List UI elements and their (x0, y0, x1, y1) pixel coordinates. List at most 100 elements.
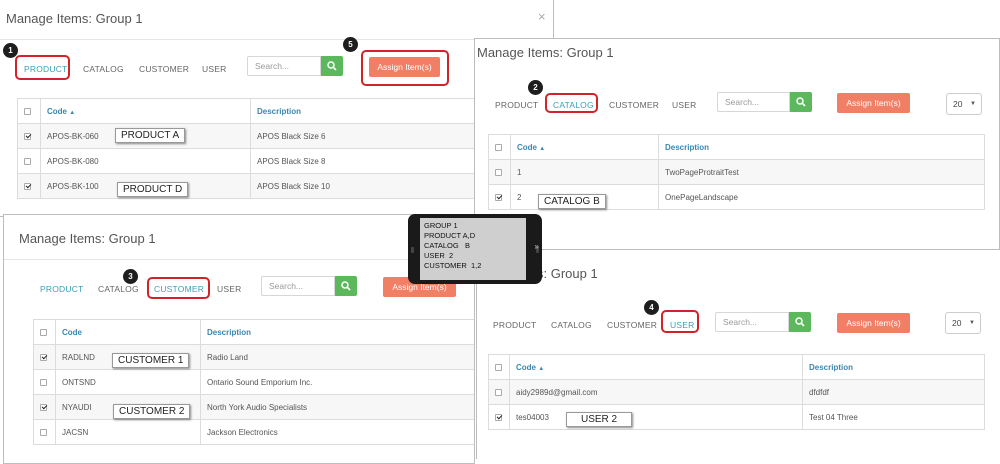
summary-line: GROUP 1 (424, 221, 458, 230)
step-badge-4: 4 (644, 300, 659, 315)
highlight-customer-tab (147, 277, 210, 299)
table-row[interactable]: APOS-BK-060 APOS Black Size 6 (17, 123, 477, 149)
row-description: OnePageLandscape (658, 184, 985, 210)
callout-user-2: USER 2 (566, 412, 633, 427)
row-checkbox[interactable] (495, 168, 502, 176)
search-input[interactable]: Search... (261, 276, 335, 296)
column-header-description[interactable]: Description (658, 134, 985, 160)
table-row[interactable]: NYAUDI North York Audio Specialists (33, 394, 474, 420)
tab-customer[interactable]: CUSTOMER (607, 320, 657, 330)
search-input[interactable]: Search... (247, 56, 321, 76)
column-header-description[interactable]: Description (200, 319, 474, 345)
manage-items-panel-catalog: Manage Items: Group 1 PRODUCT CATALOG CU… (474, 38, 1000, 250)
column-header-code[interactable]: Code ▲ (40, 98, 251, 124)
panel-title: Manage Items: Group 1 (6, 11, 143, 26)
sort-ascending-icon: ▲ (539, 145, 546, 152)
select-all-checkbox[interactable] (40, 328, 47, 336)
panel-title: s: Group 1 (537, 266, 598, 281)
highlight-assign-button (361, 50, 449, 86)
column-header-description[interactable]: Description (250, 98, 477, 124)
row-checkbox[interactable] (40, 403, 47, 411)
table-row[interactable]: JACSN Jackson Electronics (33, 419, 474, 445)
row-description: APOS Black Size 8 (250, 148, 477, 174)
table-row[interactable]: ONTSND Ontario Sound Emporium Inc. (33, 369, 474, 395)
device-button-left (411, 247, 414, 253)
column-header-description[interactable]: Description (802, 354, 985, 380)
row-code: JACSN (55, 419, 201, 445)
search-button[interactable] (790, 92, 812, 112)
items-table: Code ▲ Description APOS-BK-060 APOS Blac… (17, 98, 477, 199)
step-badge-3: 3 (123, 269, 138, 284)
summary-screen: GROUP 1 PRODUCT A,D CATALOG B USER 2 CUS… (420, 218, 526, 280)
table-row[interactable]: RADLND Radio Land (33, 344, 474, 370)
tab-product[interactable]: PRODUCT (495, 100, 538, 110)
divider (0, 39, 553, 40)
tab-catalog[interactable]: CATALOG (83, 64, 124, 74)
search-icon (795, 317, 805, 327)
panel-title: Manage Items: Group 1 (19, 231, 156, 246)
table-row[interactable]: tes04003 Test 04 Three (488, 404, 985, 430)
row-code: tes04003 (509, 404, 803, 430)
search-button[interactable] (335, 276, 357, 296)
row-description: APOS Black Size 10 (250, 173, 477, 199)
row-description: Jackson Electronics (200, 419, 474, 445)
row-checkbox[interactable] (495, 413, 502, 421)
summary-line: CATALOG B (424, 241, 470, 250)
search-input[interactable]: Search... (715, 312, 789, 332)
sort-ascending-icon: ▲ (69, 109, 76, 116)
assign-items-button[interactable]: Assign Item(s) (837, 93, 910, 113)
select-all-checkbox[interactable] (495, 363, 502, 371)
select-all-checkbox[interactable] (495, 143, 502, 151)
items-table: Code ▲ Description aidy2989d@gmail.com d… (488, 354, 985, 430)
tab-customer[interactable]: CUSTOMER (139, 64, 189, 74)
callout-product-d: PRODUCT D (117, 182, 189, 197)
row-checkbox[interactable] (40, 378, 47, 386)
sort-ascending-icon: ▲ (538, 365, 545, 372)
select-all-checkbox[interactable] (24, 107, 31, 115)
tab-product[interactable]: PRODUCT (40, 284, 83, 294)
table-row[interactable]: APOS-BK-080 APOS Black Size 8 (17, 148, 477, 174)
table-row[interactable]: 1 TwoPageProtraitTest (488, 159, 985, 185)
row-checkbox[interactable] (24, 132, 31, 140)
row-checkbox[interactable] (24, 157, 31, 165)
summary-line: PRODUCT A,D (424, 231, 476, 240)
row-checkbox[interactable] (40, 353, 47, 361)
search-button[interactable] (321, 56, 343, 76)
search-input[interactable]: Search... (717, 92, 790, 112)
search-icon (796, 97, 806, 107)
search-icon (341, 281, 351, 291)
tab-user[interactable]: USER (202, 64, 226, 74)
page-size-select[interactable]: 20 ▼ (946, 93, 982, 115)
search-button[interactable] (789, 312, 811, 332)
row-checkbox[interactable] (24, 182, 31, 190)
row-checkbox[interactable] (40, 428, 47, 436)
manage-items-panel-product: Manage Items: Group 1 × PRODUCT CATALOG … (0, 0, 554, 217)
row-checkbox[interactable] (495, 388, 502, 396)
row-description: Radio Land (200, 344, 474, 370)
manage-items-panel-customer: Manage Items: Group 1 PRODUCT CATALOG CU… (3, 214, 475, 464)
row-checkbox[interactable] (495, 193, 502, 201)
row-description: APOS Black Size 6 (250, 123, 477, 149)
step-badge-1: 1 (3, 43, 18, 58)
page-size-select[interactable]: 20 ▼ (945, 312, 981, 334)
close-icon[interactable]: × (538, 9, 546, 24)
assign-items-button[interactable]: Assign Item(s) (837, 313, 910, 333)
column-header-code[interactable]: Code ▲ (509, 354, 803, 380)
column-header-code[interactable]: Code (55, 319, 201, 345)
highlight-catalog-tab (545, 93, 598, 113)
tab-catalog[interactable]: CATALOG (98, 284, 139, 294)
table-row[interactable]: APOS-BK-100 APOS Black Size 10 (17, 173, 477, 199)
tab-customer[interactable]: CUSTOMER (609, 100, 659, 110)
tab-product[interactable]: PRODUCT (493, 320, 536, 330)
column-header-code[interactable]: Code ▲ (510, 134, 659, 160)
callout-catalog-b: CATALOG B (538, 194, 606, 209)
tab-catalog[interactable]: CATALOG (551, 320, 592, 330)
highlight-product-tab (15, 55, 70, 80)
chevron-down-icon: ▼ (970, 101, 976, 107)
row-description: dfdfdf (802, 379, 985, 405)
row-description: North York Audio Specialists (200, 394, 474, 420)
tab-user[interactable]: USER (217, 284, 241, 294)
tab-user[interactable]: USER (672, 100, 696, 110)
callout-product-a: PRODUCT A (115, 128, 186, 143)
table-row[interactable]: aidy2989d@gmail.com dfdfdf (488, 379, 985, 405)
